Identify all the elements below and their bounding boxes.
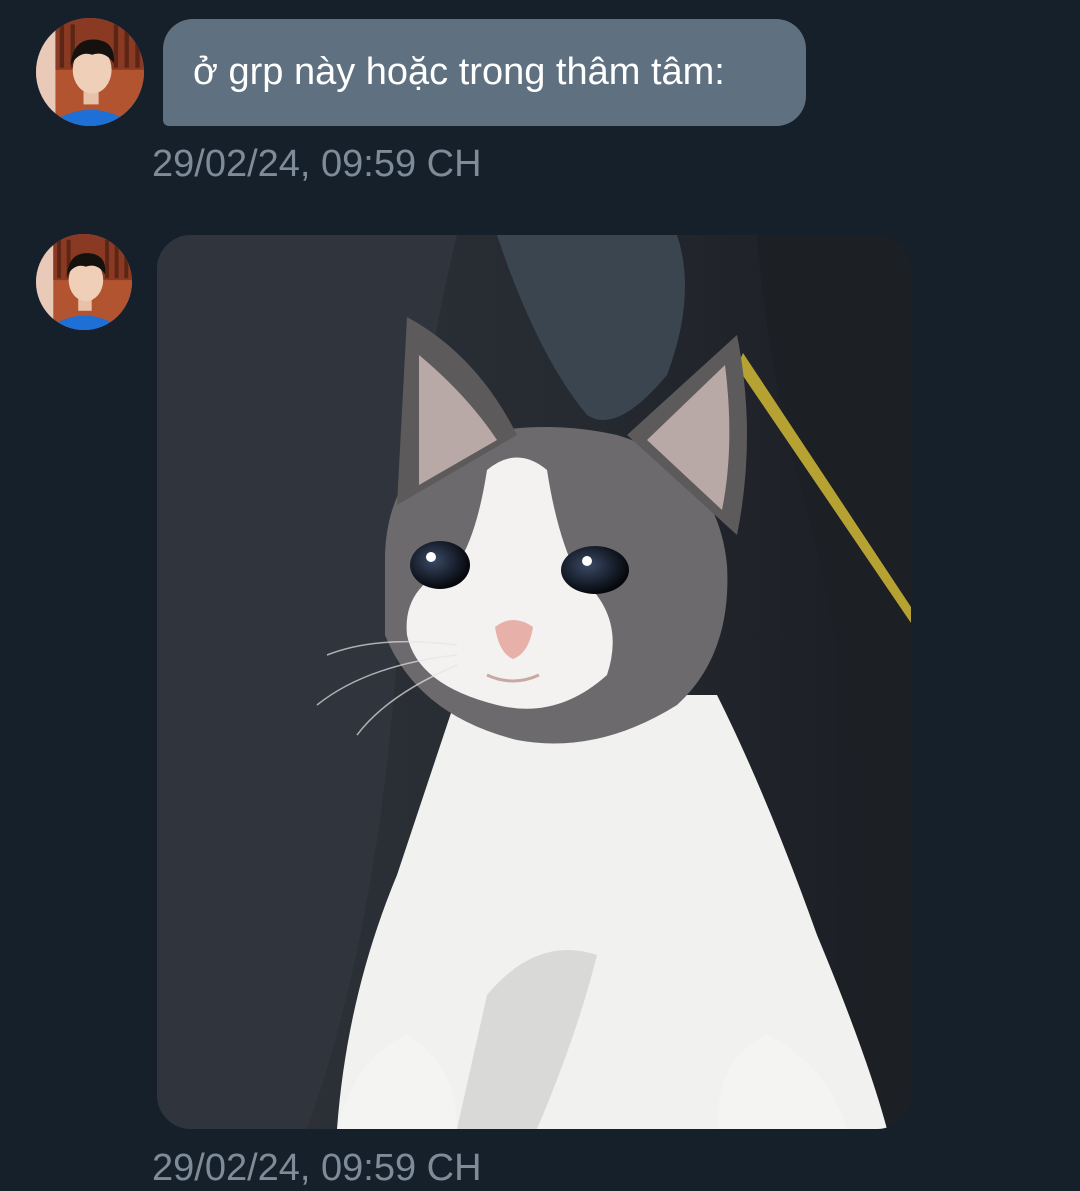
message-bubble[interactable]: ở grp này hoặc trong thâm tâm: bbox=[163, 19, 806, 126]
crying-cat-photo bbox=[157, 235, 911, 1129]
message-text: ở grp này hoặc trong thâm tâm: bbox=[193, 51, 725, 93]
message-timestamp: 29/02/24, 09:59 CH bbox=[152, 1147, 482, 1189]
sender-avatar[interactable] bbox=[36, 234, 132, 330]
sender-avatar[interactable] bbox=[36, 18, 144, 126]
message-timestamp: 29/02/24, 09:59 CH bbox=[152, 143, 482, 185]
message-image[interactable] bbox=[157, 235, 911, 1129]
